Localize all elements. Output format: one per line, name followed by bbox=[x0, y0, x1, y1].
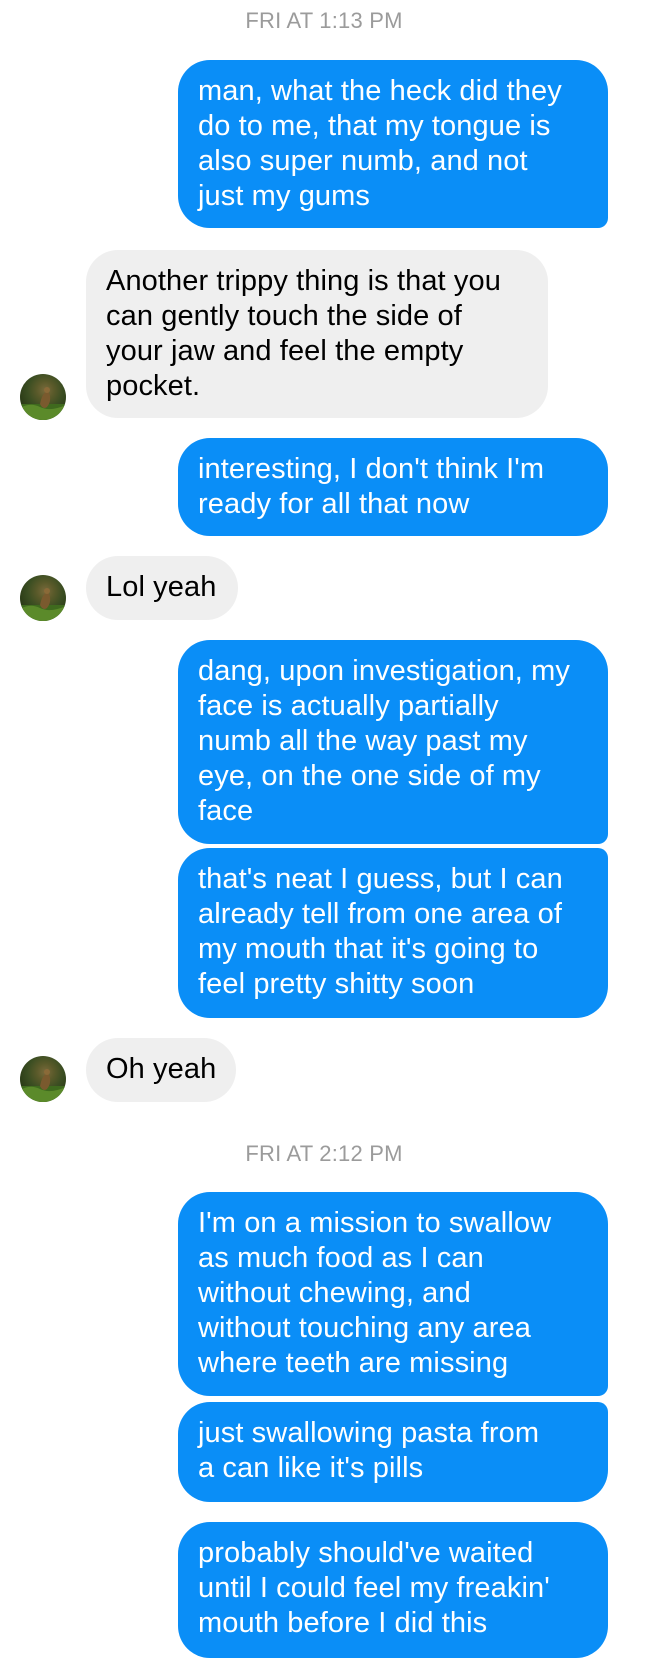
incoming-message[interactable]: Another trippy thing is that you can gen… bbox=[86, 250, 548, 418]
message-line: my mouth that it's going to bbox=[198, 933, 539, 965]
message-line: without chewing, and bbox=[198, 1277, 471, 1309]
avatar[interactable] bbox=[20, 1056, 66, 1102]
message-line: where teeth are missing bbox=[198, 1347, 509, 1379]
avatar[interactable] bbox=[20, 374, 66, 420]
message-line: interesting, I don't think I'm bbox=[198, 453, 545, 485]
message-line: already tell from one area of bbox=[198, 898, 562, 930]
message-line: eye, on the one side of my bbox=[198, 760, 541, 792]
message-line: feel pretty shitty soon bbox=[198, 968, 475, 1000]
outgoing-message[interactable]: man, what the heck did they do to me, th… bbox=[178, 60, 608, 228]
avatar[interactable] bbox=[20, 575, 66, 621]
message-line: man, what the heck did they bbox=[198, 75, 562, 107]
message-line: Another trippy thing is that you bbox=[106, 265, 501, 297]
outgoing-message[interactable]: I'm on a mission to swallow as much food… bbox=[178, 1192, 608, 1396]
message-line: Oh yeah bbox=[106, 1053, 217, 1085]
message-line: I'm on a mission to swallow bbox=[198, 1207, 552, 1239]
message-line: as much food as I can bbox=[198, 1242, 484, 1274]
avatar-photo-icon bbox=[20, 588, 66, 621]
outgoing-message[interactable]: interesting, I don't think I'm ready for… bbox=[178, 438, 608, 536]
message-line: pocket. bbox=[106, 370, 201, 402]
message-line: ready for all that now bbox=[198, 488, 470, 520]
outgoing-message[interactable]: that's neat I guess, but I can already t… bbox=[178, 848, 608, 1018]
outgoing-message[interactable]: probably should've waited until I could … bbox=[178, 1522, 608, 1658]
message-line: dang, upon investigation, my bbox=[198, 655, 570, 687]
message-line: your jaw and feel the empty bbox=[106, 335, 464, 367]
message-line: mouth before I did this bbox=[198, 1607, 488, 1639]
timestamp: FRI AT 2:12 PM bbox=[245, 1141, 403, 1166]
timestamp: FRI AT 1:13 PM bbox=[245, 8, 403, 33]
message-line: probably should've waited bbox=[198, 1537, 534, 1569]
message-line: a can like it's pills bbox=[198, 1452, 424, 1484]
avatar-photo-icon bbox=[20, 1069, 66, 1102]
message-line: Lol yeah bbox=[106, 571, 217, 603]
outgoing-message[interactable]: dang, upon investigation, my face is act… bbox=[178, 640, 608, 844]
incoming-message[interactable]: Lol yeah bbox=[86, 556, 238, 620]
avatar-photo-icon bbox=[20, 387, 66, 420]
message-line: face bbox=[198, 795, 254, 827]
message-line: without touching any area bbox=[198, 1312, 531, 1344]
message-line: can gently touch the side of bbox=[106, 300, 462, 332]
message-line: just my gums bbox=[198, 180, 371, 212]
outgoing-message[interactable]: just swallowing pasta from a can like it… bbox=[178, 1402, 608, 1502]
message-line: until I could feel my freakin' bbox=[198, 1572, 550, 1604]
message-line: face is actually partially bbox=[198, 690, 499, 722]
message-line: also super numb, and not bbox=[198, 145, 528, 177]
incoming-message[interactable]: Oh yeah bbox=[86, 1038, 236, 1102]
message-line: just swallowing pasta from bbox=[198, 1417, 540, 1449]
message-line: do to me, that my tongue is bbox=[198, 110, 551, 142]
message-line: numb all the way past my bbox=[198, 725, 528, 757]
message-line: that's neat I guess, but I can bbox=[198, 863, 563, 895]
